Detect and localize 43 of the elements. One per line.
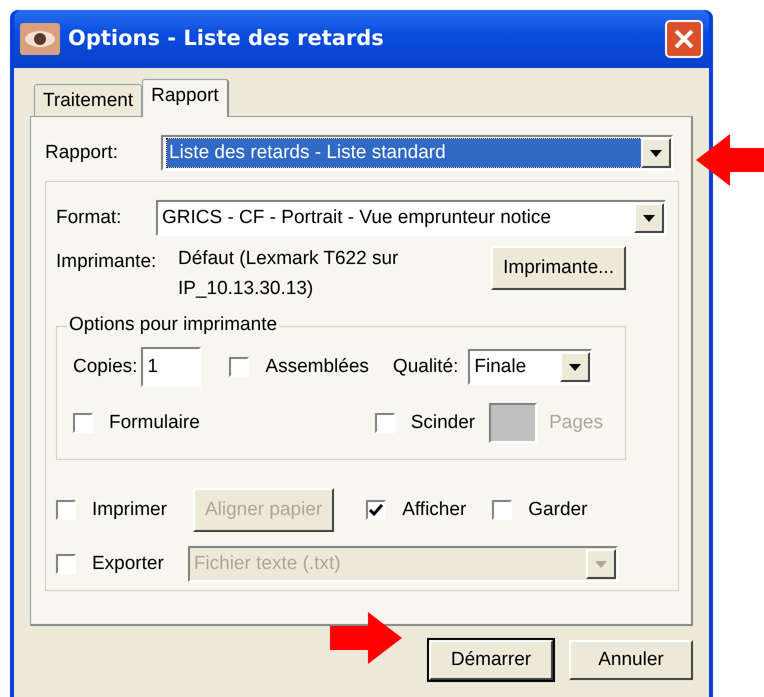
caret-icon (594, 560, 607, 568)
dropdown-button[interactable] (641, 138, 671, 168)
print-checkbox[interactable] (56, 500, 76, 520)
printer-label: Imprimante: (56, 250, 158, 274)
form-checkbox[interactable] (73, 413, 93, 433)
arrow-icon (330, 612, 402, 664)
display-label: Afficher (402, 498, 466, 522)
group-title: Options pour imprimante (67, 314, 280, 336)
pages-label: Pages (549, 410, 603, 435)
caret-icon (643, 214, 655, 222)
report-label: Rapport: (45, 140, 119, 165)
caret-icon (569, 364, 582, 370)
keep-label: Garder (528, 498, 588, 522)
split-checkbox[interactable] (374, 413, 395, 433)
window-title: Options - Liste des retards (68, 25, 384, 52)
printer-button[interactable]: Imprimante... (491, 246, 626, 290)
copies-field[interactable]: 1 (141, 347, 202, 387)
tab[interactable]: Rapport (142, 79, 229, 117)
dropdown-button[interactable] (560, 352, 590, 382)
export-label: Exporter (92, 552, 164, 576)
collate-label: Assemblées (265, 354, 369, 379)
dialog-button[interactable]: Annuler (569, 640, 693, 680)
quality-label: Qualité: (392, 354, 458, 379)
collate-checkbox[interactable] (229, 357, 250, 377)
format-dropdown[interactable]: GRICS - CF - Portrait - Vue emprunteur notice (156, 200, 666, 236)
report-dropdown[interactable]: Liste des retards - Liste standard (161, 135, 673, 171)
dialog-button[interactable]: Démarrer (429, 640, 553, 680)
printer-name: Défaut (Lexmark T622 sur IP_10.13.30.13) (178, 247, 400, 301)
arrow-icon (696, 134, 764, 186)
display-checkbox[interactable] (366, 500, 386, 520)
split-label: Scinder (410, 410, 476, 435)
print-label: Imprimer (92, 498, 167, 522)
close-button[interactable] (665, 20, 703, 58)
form-label: Formulaire (109, 410, 200, 435)
close-icon (673, 28, 695, 50)
dropdown-button[interactable] (634, 203, 664, 233)
caret-icon (650, 150, 662, 156)
format-label: Format: (56, 206, 122, 230)
keep-checkbox[interactable] (492, 500, 512, 520)
eye-icon (20, 23, 60, 55)
copies-label: Copies: (73, 354, 138, 379)
tab[interactable]: Traitement (34, 84, 142, 116)
quality-dropdown[interactable]: Finale (468, 349, 592, 385)
